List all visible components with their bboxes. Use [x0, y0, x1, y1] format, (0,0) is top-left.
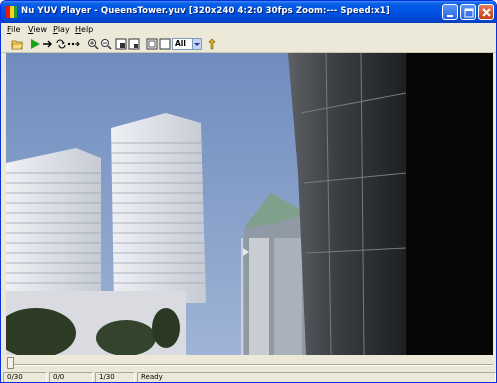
play-button[interactable]	[29, 38, 41, 50]
menu-bar: File View Play Help	[1, 23, 496, 36]
about-icon	[208, 38, 216, 50]
close-button[interactable]	[478, 4, 494, 20]
player-window: Nu YUV Player - QueensTower.yuv [320x240…	[0, 0, 497, 383]
menu-view[interactable]: View	[28, 25, 47, 34]
view-box-icon	[128, 38, 140, 50]
fit-window-button[interactable]	[146, 38, 158, 50]
open-file-icon	[11, 40, 23, 50]
minimize-button[interactable]	[442, 4, 458, 20]
status-progress: 1/30	[95, 372, 135, 382]
view-box-button-2[interactable]	[128, 38, 140, 50]
zoom-out-icon	[101, 39, 112, 50]
status-bar: 0/30 0/0 1/30 Ready	[1, 371, 496, 382]
seek-track[interactable]	[9, 364, 493, 366]
step-forward-button[interactable]	[42, 38, 54, 50]
fit-window-icon	[146, 38, 158, 50]
toolbar: All	[1, 36, 496, 53]
video-frame-image	[6, 53, 493, 355]
view-box-icon	[115, 38, 127, 50]
title-bar[interactable]: Nu YUV Player - QueensTower.yuv [320x240…	[1, 1, 496, 23]
minimize-icon	[447, 15, 453, 17]
fullscreen-button[interactable]	[159, 38, 171, 50]
status-frame: 0/30	[3, 372, 47, 382]
frame-skip-icon	[67, 41, 80, 47]
menu-help[interactable]: Help	[75, 25, 93, 34]
fullscreen-icon	[159, 38, 171, 50]
zoom-in-icon	[88, 39, 99, 50]
menu-file[interactable]: File	[7, 25, 20, 34]
menu-help-label: elp	[81, 25, 94, 34]
frame-skip-button[interactable]	[67, 38, 80, 50]
step-forward-icon	[43, 40, 52, 48]
menu-play[interactable]: Play	[53, 25, 70, 34]
status-position: 0/0	[49, 372, 93, 382]
loop-button[interactable]	[55, 38, 67, 50]
chevron-down-icon[interactable]	[192, 39, 201, 49]
component-select-value: All	[175, 39, 186, 48]
maximize-icon	[464, 8, 474, 18]
seek-slider-thumb[interactable]	[7, 357, 14, 369]
menu-play-label: lay	[57, 25, 70, 34]
app-icon	[6, 6, 17, 18]
view-box-button-1[interactable]	[115, 38, 127, 50]
window-title: Nu YUV Player - QueensTower.yuv [320x240…	[21, 6, 390, 16]
about-button[interactable]	[206, 38, 218, 50]
status-state: Ready	[137, 372, 496, 382]
seek-bar	[1, 355, 496, 371]
loop-icon	[56, 39, 66, 49]
maximize-button[interactable]	[460, 4, 476, 20]
zoom-out-button[interactable]	[100, 38, 112, 50]
component-select[interactable]: All	[172, 38, 202, 50]
open-file-button[interactable]	[11, 38, 23, 50]
menu-view-label: iew	[33, 25, 47, 34]
video-frame[interactable]	[6, 53, 493, 355]
play-icon	[31, 39, 40, 49]
menu-file-label: ile	[11, 25, 21, 34]
zoom-in-button[interactable]	[87, 38, 99, 50]
close-icon	[482, 8, 491, 17]
